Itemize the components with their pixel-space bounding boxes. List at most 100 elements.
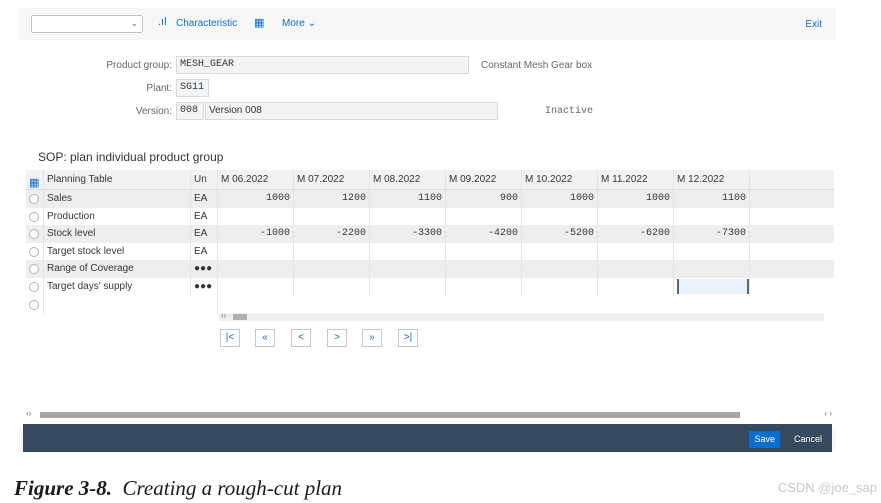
value-cell[interactable]: 1200 [294,190,370,208]
table-row: Range of Coverage ●●● [26,260,834,279]
value-cell[interactable]: 1100 [370,190,446,208]
radio-icon[interactable] [29,229,39,240]
more-button[interactable]: More ⌄ [282,18,316,29]
row-filler [750,278,834,296]
plant-field[interactable]: SG11 [176,79,209,97]
value-cell[interactable] [446,278,522,296]
value-cell[interactable] [446,242,522,261]
next-page-button[interactable]: » [362,329,382,347]
last-page-button[interactable]: >| [398,329,418,347]
table-header-row: ▦ Planning Table Un M 06.2022 M 07.2022 … [26,170,834,190]
scroll-right-icon[interactable]: ‹ › [824,409,832,418]
scroll-thumb[interactable] [233,314,247,320]
scroll-left-icon[interactable]: ‹› [26,409,31,418]
table-icon[interactable]: ▦ [254,16,264,29]
value-cell[interactable] [446,207,522,226]
radio-icon[interactable] [29,264,39,275]
col-empty [750,170,834,190]
section-title: SOP: plan individual product group [38,150,224,164]
value-cell[interactable] [598,242,674,261]
value-cell[interactable]: 900 [446,190,522,208]
radio-icon[interactable] [29,194,39,204]
row-unit: EA [191,225,218,244]
value-cell[interactable] [218,260,294,279]
next-button[interactable]: > [327,329,347,347]
value-cell[interactable] [674,207,750,226]
radio-icon[interactable] [29,282,39,292]
exit-button[interactable]: Exit [805,19,822,30]
product-group-field[interactable]: MESH_GEAR [176,56,469,74]
table-row: Stock level EA -1000 -2200 -3300 -4200 -5200 -6… [26,225,834,244]
value-cell[interactable] [674,242,750,261]
characteristic-button[interactable]: Characteristic [176,18,237,29]
row-label: Target days' supply [44,278,191,296]
col-month: M 12.2022 [674,170,750,190]
previous-page-button[interactable]: « [255,329,275,347]
value-cell[interactable] [598,207,674,226]
radio-icon[interactable] [29,211,39,222]
value-cell[interactable]: 1000 [522,190,598,208]
value-cell[interactable] [598,278,674,296]
value-cell[interactable]: 1000 [218,190,294,208]
table-hscroll[interactable]: ‹› [219,311,824,321]
value-cell[interactable] [218,207,294,226]
row-selector[interactable] [26,190,44,208]
previous-button[interactable]: < [291,329,311,347]
selected-cell-marker[interactable] [677,279,749,294]
value-cell[interactable] [370,278,446,296]
value-cell[interactable]: -5200 [522,225,598,244]
value-cell[interactable]: -7300 [674,225,750,244]
row-selector[interactable] [26,225,44,244]
value-cell[interactable]: 1000 [598,190,674,208]
value-cell[interactable] [522,278,598,296]
variant-dropdown[interactable]: ⌄ [31,15,143,33]
value-cell[interactable] [674,260,750,279]
value-cell[interactable] [370,260,446,279]
value-cell[interactable]: -3300 [370,225,446,244]
value-cell[interactable]: -2200 [294,225,370,244]
value-cell[interactable] [294,260,370,279]
row-unit: EA [191,242,218,261]
col-unit: Un [191,170,218,190]
value-cell[interactable] [294,242,370,261]
page-scroll-thumb[interactable] [40,412,740,418]
value-cell[interactable] [294,207,370,226]
value-cell[interactable]: -4200 [446,225,522,244]
figure-number: Figure 3-8. [14,476,113,500]
value-cell[interactable]: -6200 [598,225,674,244]
value-cell[interactable] [446,260,522,279]
cancel-button[interactable]: Cancel [794,431,822,448]
value-cell[interactable] [294,278,370,296]
col-month: M 08.2022 [370,170,446,190]
value-cell[interactable]: -1000 [218,225,294,244]
row-selector[interactable] [26,260,44,279]
value-cell[interactable] [522,207,598,226]
value-cell[interactable] [370,207,446,226]
product-group-label: Product group: [106,60,172,71]
first-page-button[interactable]: |< [220,329,240,347]
page-hscroll[interactable]: ‹› ‹ › [26,409,832,420]
table-settings[interactable]: ▦ [26,170,44,190]
row-unit: EA [191,207,218,226]
row-selector[interactable] [26,278,44,296]
radio-icon[interactable] [29,246,39,257]
row-label [44,295,218,314]
value-cell[interactable] [522,242,598,261]
row-selector[interactable] [26,207,44,226]
radio-icon[interactable] [29,299,39,310]
value-cell[interactable] [522,260,598,279]
row-filler [750,243,834,261]
save-button[interactable]: Save [749,431,780,448]
value-cell[interactable] [598,260,674,279]
toolbar: ⌄ .ıl Characteristic ▦ More ⌄ Exit [18,8,836,40]
version-field[interactable]: 008 [176,102,204,120]
value-cell[interactable] [218,278,294,296]
row-selector[interactable] [26,242,44,261]
row-label: Target stock level [44,242,191,261]
value-cell[interactable] [370,242,446,261]
scroll-arrows-icon[interactable]: ‹› [221,311,226,320]
value-cell[interactable]: 1100 [674,190,750,208]
row-selector[interactable] [26,295,44,314]
figure-title: Creating a rough-cut plan [122,476,343,500]
value-cell[interactable] [218,242,294,261]
